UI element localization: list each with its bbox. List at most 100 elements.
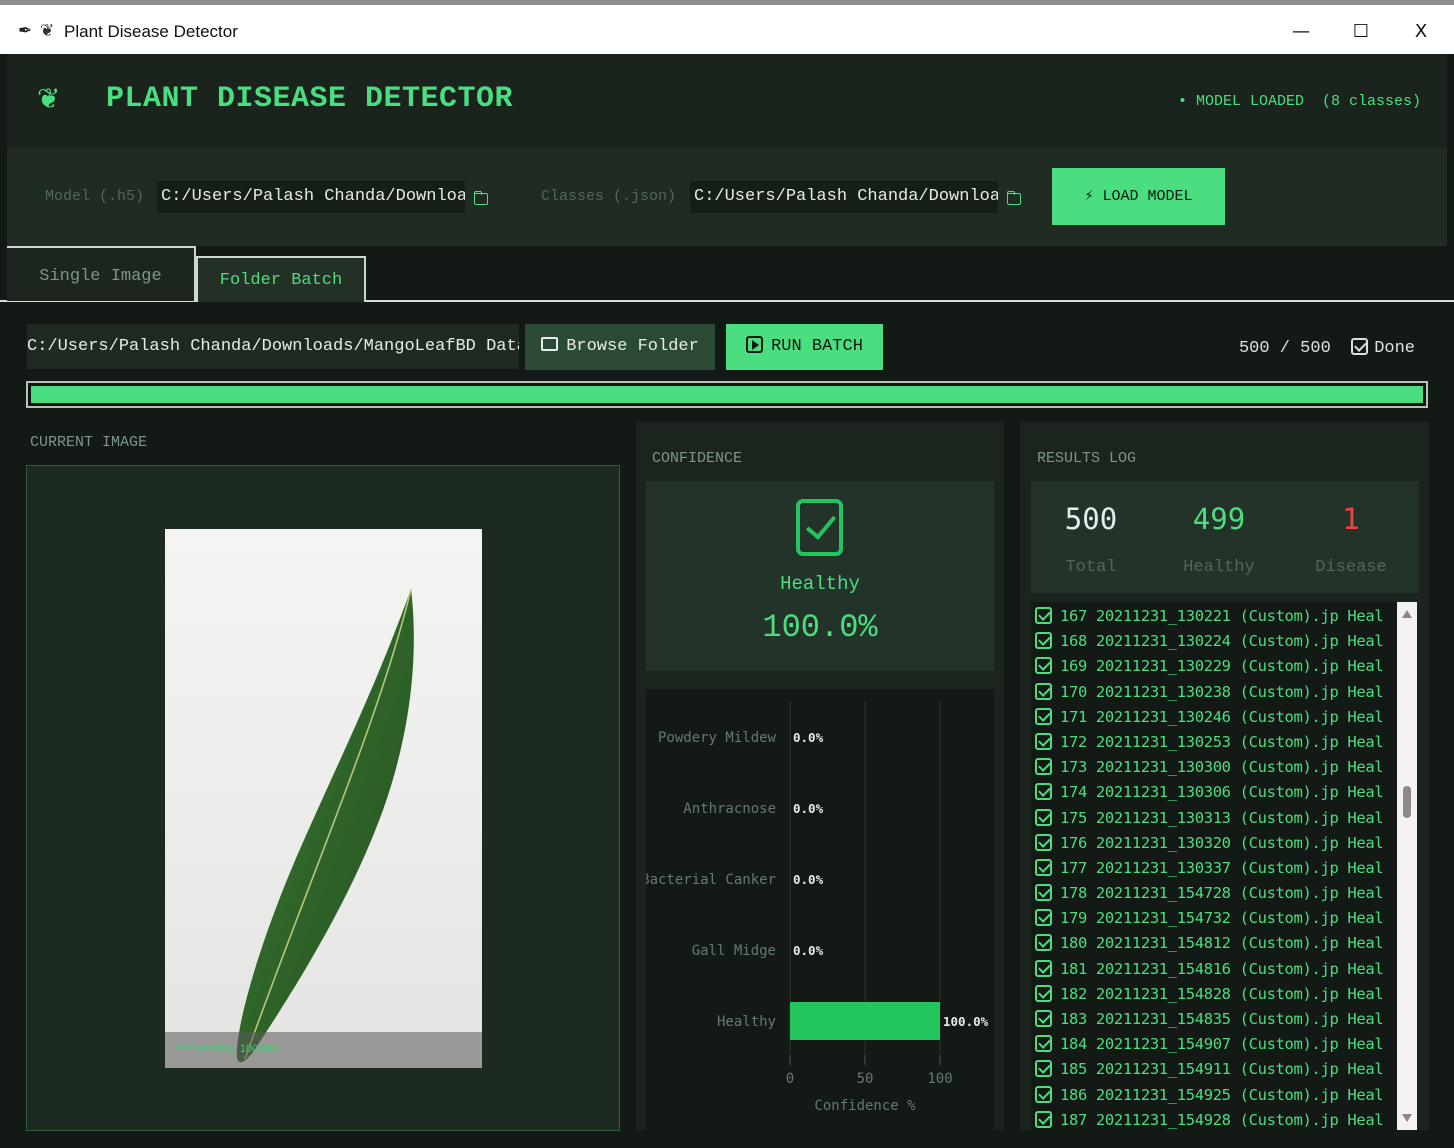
model-path-input[interactable]: C:/Users/Palash Chanda/Downloads, [157,181,465,213]
model-config-row: Model (.h5) C:/Users/Palash Chanda/Downl… [7,148,1447,246]
check-square-icon [1035,959,1052,977]
check-square-icon [1035,1110,1052,1128]
log-entry-text: 178 20211231_154728 (Custom).jp Heal [1060,884,1384,903]
log-entry: 183 20211231_154835 (Custom).jp Heal [1031,1007,1395,1032]
run-batch-label: RUN BATCH [771,337,863,356]
model-status: • MODEL LOADED (8 classes) [1177,93,1421,110]
check-square-icon [1035,808,1052,826]
log-entry-text: 168 20211231_130224 (Custom).jp Heal [1060,632,1384,651]
log-entry-text: 180 20211231_154812 (Custom).jp Heal [1060,934,1384,953]
current-image-title: CURRENT IMAGE [30,434,148,451]
log-entry-text: 182 20211231_154828 (Custom).jp Heal [1060,984,1384,1003]
log-scrollbar[interactable] [1397,602,1417,1130]
image-frame: ??? Healthy 100.0% [26,465,620,1131]
run-batch-button[interactable]: RUN BATCH [726,324,883,370]
log-entry: 177 20211231_130337 (Custom).jp Heal [1031,856,1395,881]
chart-category-label: Powdery Mildew [658,730,777,746]
scroll-thumb[interactable] [1403,786,1411,818]
progress-fill [31,386,1423,403]
log-entry: 167 20211231_130221 (Custom).jp Heal [1031,604,1395,629]
log-entry: 176 20211231_130320 (Custom).jp Heal [1031,831,1395,856]
log-entry-text: 177 20211231_130337 (Custom).jp Heal [1060,858,1384,877]
batch-toolbar: C:/Users/Palash Chanda/Downloads/MangoLe… [7,302,1447,412]
check-square-icon [1035,909,1052,927]
app-header: ❦ PLANT DISEASE DETECTOR • MODEL LOADED … [7,54,1447,148]
confidence-panel: CONFIDENCE Healthy 100.0% Powdery Mildew… [636,422,1004,1130]
chart-tick-label: 50 [857,1071,874,1087]
chart-value-label: 0.0% [793,801,824,816]
browse-folder-button[interactable]: Browse Folder [525,324,715,370]
check-square-icon [1035,934,1052,952]
browse-folder-label: Browse Folder [566,337,699,356]
check-square-icon [1035,632,1052,650]
close-button[interactable]: X [1398,14,1444,50]
maximize-button[interactable]: ☐ [1338,14,1384,50]
log-entry: 170 20211231_130238 (Custom).jp Heal [1031,680,1395,705]
check-square-icon [1035,682,1052,700]
check-square-icon [1035,1035,1052,1053]
log-entry-text: 185 20211231_154911 (Custom).jp Heal [1060,1060,1384,1079]
confidence-bar-chart: Powdery Mildew 0.0% Anthracnose 0.0% Bacteri… [641,701,989,1114]
results-log-panel: RESULTS LOG 500 499 1 Total Healthy Dise… [1020,422,1429,1130]
chart-value-label: 0.0% [793,943,824,958]
log-entry: 171 20211231_130246 (Custom).jp Heal [1031,705,1395,730]
check-square-icon [1035,1010,1052,1027]
log-entry: 168 20211231_130224 (Custom).jp Heal [1031,629,1395,654]
log-entry-text: 186 20211231_154925 (Custom).jp Heal [1060,1085,1384,1104]
log-entry-text: 170 20211231_130238 (Custom).jp Heal [1060,682,1384,701]
check-square-icon [1035,758,1052,776]
log-entry: 184 20211231_154907 (Custom).jp Heal [1031,1032,1395,1057]
log-entry: 175 20211231_130313 (Custom).jp Heal [1031,806,1395,831]
check-square-icon [1035,858,1052,876]
check-square-icon [1035,732,1052,750]
log-entry-text: 176 20211231_130320 (Custom).jp Heal [1060,833,1384,852]
app-title: PLANT DISEASE DETECTOR [106,82,514,116]
log-entry: 185 20211231_154911 (Custom).jp Heal [1031,1057,1395,1082]
log-entry: 182 20211231_154828 (Custom).jp Heal [1031,982,1395,1007]
confidence-summary: Healthy 100.0% [646,481,994,671]
chart-value-label: 0.0% [793,872,824,887]
check-square-icon [1035,884,1052,902]
classes-path-input[interactable]: C:/Users/Palash Chanda/Downloads, [690,181,998,213]
model-label: Model (.h5) [45,188,145,205]
minimize-button[interactable]: — [1278,14,1324,50]
log-entry: 187 20211231_154928 (Custom).jp Heal [1031,1108,1395,1130]
tab-single-image[interactable]: Single Image [7,246,196,301]
classes-browse-folder-icon[interactable] [1005,189,1021,205]
window-titlebar: ✒ ❦ Plant Disease Detector — ☐ X [0,0,1454,54]
load-model-button[interactable]: ⚡ LOAD MODEL [1052,168,1225,225]
leaf-logo-icon: ❦ [37,82,61,115]
check-square-icon [1035,1085,1052,1103]
results-log-list[interactable]: 167 20211231_130221 (Custom).jp Heal 168 … [1031,602,1417,1130]
log-entry-text: 172 20211231_130253 (Custom).jp Heal [1060,732,1384,751]
tab-folder-batch[interactable]: Folder Batch [196,256,366,302]
log-entry: 181 20211231_154816 (Custom).jp Heal [1031,957,1395,982]
check-square-icon [796,499,843,556]
check-square-icon [1035,607,1052,624]
chart-value-label: 100.0% [943,1014,989,1029]
folder-path-input[interactable]: C:/Users/Palash Chanda/Downloads/MangoLe… [27,324,519,369]
check-square-icon [1035,657,1052,675]
results-log-title: RESULTS LOG [1037,450,1137,467]
scroll-up-icon[interactable] [1402,610,1412,618]
healthy-count: 499 [1192,502,1246,536]
check-square-icon [1035,707,1052,725]
log-entry-text: 167 20211231_130221 (Custom).jp Heal [1060,607,1384,625]
log-entry-text: 175 20211231_130313 (Custom).jp Heal [1060,808,1384,827]
scroll-down-icon[interactable] [1402,1114,1412,1122]
leaf-icon: ❦ [40,21,55,41]
done-check-icon [1351,338,1369,355]
confidence-value: 100.0% [762,609,878,646]
leaf-photo: ??? Healthy 100.0% [165,529,482,1068]
log-entry-text: 171 20211231_130246 (Custom).jp Heal [1060,707,1384,726]
chart-tick-label: 0 [786,1071,794,1087]
classes-label: Classes (.json) [541,188,677,205]
log-entry: 186 20211231_154925 (Custom).jp Heal [1031,1083,1395,1108]
log-entry-text: 183 20211231_154835 (Custom).jp Heal [1060,1010,1384,1028]
log-entry-text: 174 20211231_130306 (Custom).jp Heal [1060,783,1384,802]
model-browse-folder-icon[interactable] [472,189,488,205]
total-count: 500 [1064,502,1118,536]
log-entry-text: 169 20211231_130229 (Custom).jp Heal [1060,657,1384,676]
log-entry-text: 187 20211231_154928 (Custom).jp Heal [1060,1110,1384,1129]
window-title: Plant Disease Detector [64,22,238,41]
